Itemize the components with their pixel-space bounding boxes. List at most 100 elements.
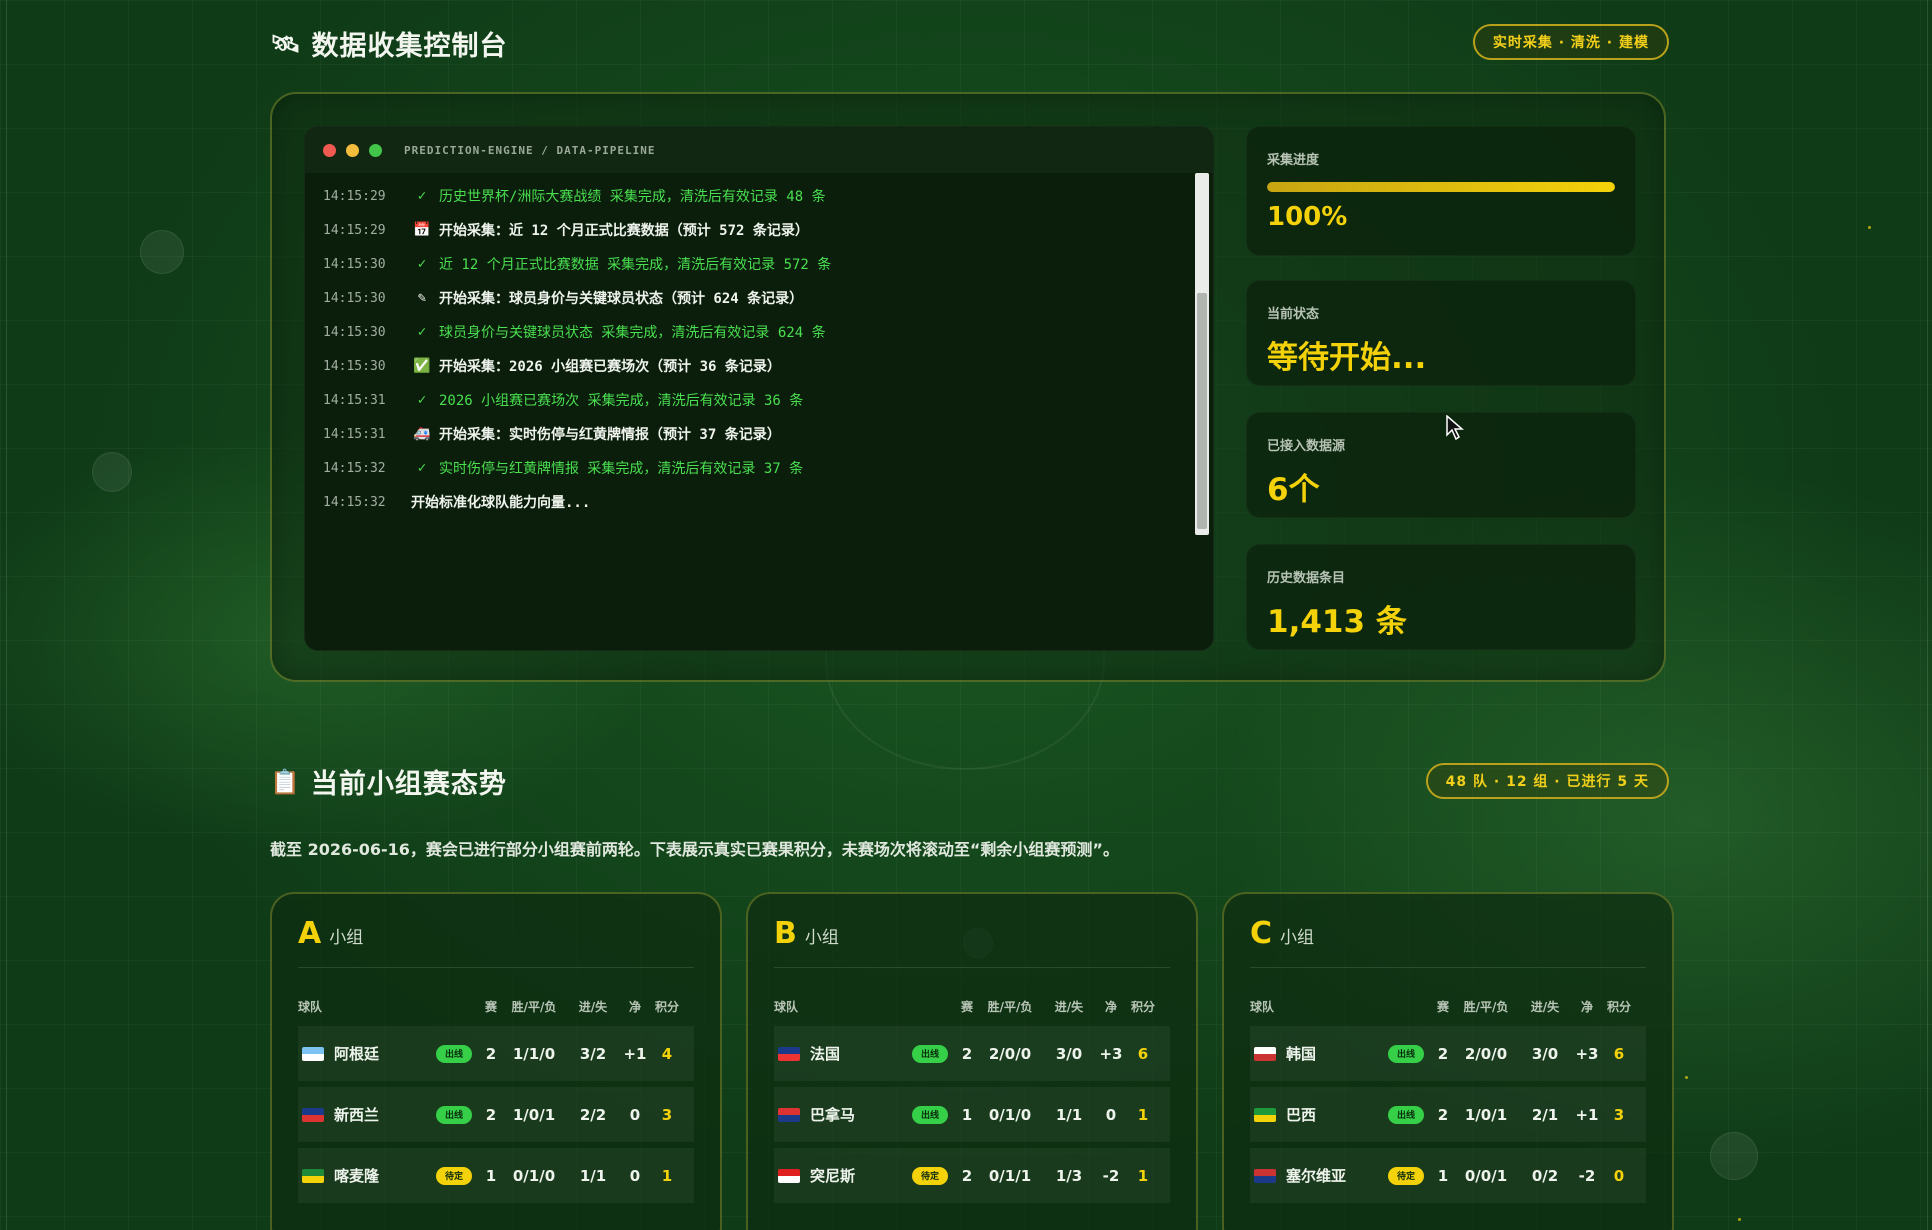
flag-icon bbox=[778, 1046, 800, 1061]
progress-label: 采集进度 bbox=[1267, 153, 1320, 168]
log-timestamp: 14:15:32 bbox=[323, 494, 386, 510]
goal-diff-cell: -2 bbox=[1102, 1166, 1120, 1185]
table-row[interactable]: 喀麦隆 待定 1 0/1/0 1/1 0 1 bbox=[298, 1148, 694, 1203]
log-status-icon: ✓ bbox=[417, 256, 427, 272]
log-message: 开始采集：实时伤停与红黄牌情报（预计 37 条记录） bbox=[439, 427, 781, 443]
log-timestamp: 14:15:29 bbox=[323, 222, 386, 238]
played-cell: 2 bbox=[485, 1105, 497, 1124]
log-line: 14:15:30 ✓ 近 12 个月正式比赛数据 采集完成，清洗后有效记录 572 … bbox=[323, 247, 1213, 281]
points-cell: 4 bbox=[661, 1044, 673, 1063]
qualification-badge: 出线 bbox=[436, 1105, 472, 1124]
log-message: 开始标准化球队能力向量... bbox=[411, 495, 591, 511]
column-header: 球队 bbox=[1250, 999, 1275, 1014]
table-row[interactable]: 塞尔维亚 待定 1 0/0/1 0/2 -2 0 bbox=[1250, 1148, 1646, 1203]
column-header: 净 bbox=[1580, 999, 1593, 1014]
played-cell: 1 bbox=[485, 1166, 497, 1185]
log-status-icon: ✎ bbox=[417, 290, 427, 306]
log-message: 球员身价与关键球员状态 采集完成，清洗后有效记录 624 条 bbox=[439, 325, 826, 341]
log-status-icon: ✓ bbox=[417, 392, 427, 408]
flag-icon bbox=[302, 1046, 324, 1061]
qualification-badge: 待定 bbox=[912, 1166, 948, 1185]
group-letter: B bbox=[774, 916, 797, 951]
flag-icon bbox=[1254, 1107, 1276, 1122]
qualification-badge: 出线 bbox=[912, 1105, 948, 1124]
column-header: 进/失 bbox=[1054, 999, 1084, 1014]
scrollbar-thumb[interactable] bbox=[1197, 293, 1207, 529]
points-cell: 3 bbox=[1613, 1105, 1625, 1124]
wdl-cell: 2/0/0 bbox=[1464, 1044, 1508, 1063]
column-header: 净 bbox=[1104, 999, 1117, 1014]
history-card: 历史数据条目 1,413 条 bbox=[1246, 544, 1636, 650]
log-message: 历史世界杯/洲际大赛战绩 采集完成，清洗后有效记录 48 条 bbox=[439, 189, 826, 205]
table-row[interactable]: 巴西 出线 2 1/0/1 2/1 +1 3 bbox=[1250, 1087, 1646, 1142]
table-row[interactable]: 阿根廷 出线 2 1/1/0 3/2 +1 4 bbox=[298, 1026, 694, 1081]
points-cell: 6 bbox=[1613, 1044, 1625, 1063]
table-row[interactable]: 巴拿马 出线 1 0/1/0 1/1 0 1 bbox=[774, 1087, 1170, 1142]
column-header: 赛 bbox=[960, 999, 973, 1014]
log-timestamp: 14:15:29 bbox=[323, 188, 386, 204]
log-status-icon: ✅ bbox=[413, 358, 431, 374]
team-name: 塞尔维亚 bbox=[1286, 1167, 1347, 1185]
terminal-scrollbar[interactable] bbox=[1195, 173, 1209, 535]
log-status-icon: 📅 bbox=[413, 222, 431, 238]
table-row[interactable]: 新西兰 出线 2 1/0/1 2/2 0 3 bbox=[298, 1087, 694, 1142]
points-cell: 1 bbox=[1137, 1105, 1149, 1124]
minimize-dot-icon[interactable] bbox=[346, 143, 359, 157]
wdl-cell: 1/0/1 bbox=[512, 1105, 556, 1124]
group-letter: A bbox=[298, 916, 322, 951]
goals-cell: 2/2 bbox=[579, 1105, 607, 1124]
played-cell: 2 bbox=[485, 1044, 497, 1063]
team-name: 喀麦隆 bbox=[334, 1167, 380, 1185]
group-letter: C bbox=[1250, 916, 1273, 951]
goals-cell: 3/2 bbox=[579, 1044, 607, 1063]
table-header: 球队 赛胜/平/负 进/失 净积分 bbox=[774, 986, 1170, 1026]
groups-title-text: 当前小组赛态势 bbox=[310, 769, 507, 800]
played-cell: 1 bbox=[961, 1105, 973, 1124]
goals-cell: 2/1 bbox=[1531, 1105, 1559, 1124]
goals-cell: 3/0 bbox=[1055, 1044, 1083, 1063]
console-panel: PREDICTION-ENGINE / DATA-PIPELINE 14:15:… bbox=[270, 92, 1666, 682]
log-timestamp: 14:15:30 bbox=[323, 290, 386, 306]
team-name: 突尼斯 bbox=[810, 1167, 856, 1185]
group-word: 小组 bbox=[329, 928, 364, 948]
sparkle-dot bbox=[1685, 1076, 1688, 1079]
column-header: 进/失 bbox=[578, 999, 608, 1014]
mouse-cursor-icon bbox=[1446, 415, 1464, 441]
table-row[interactable]: 韩国 出线 2 2/0/0 3/0 +3 6 bbox=[1250, 1026, 1646, 1081]
played-cell: 2 bbox=[1437, 1044, 1449, 1063]
satellite-icon: 🛰 bbox=[270, 29, 302, 58]
column-header: 球队 bbox=[298, 999, 323, 1014]
ball-decoration bbox=[1710, 1132, 1758, 1180]
column-header: 胜/平/负 bbox=[511, 999, 557, 1014]
flag-icon bbox=[1254, 1168, 1276, 1183]
column-header: 进/失 bbox=[1530, 999, 1560, 1014]
log-timestamp: 14:15:30 bbox=[323, 324, 386, 340]
groups-tag-pill: 48 队 · 12 组 · 已进行 5 天 bbox=[1425, 763, 1669, 799]
groups-subtitle: 截至 2026-06-16，赛会已进行部分小组赛前两轮。下表展示真实已赛果积分，… bbox=[270, 840, 1119, 859]
team-name: 巴拿马 bbox=[810, 1106, 856, 1124]
maximize-dot-icon[interactable] bbox=[369, 143, 382, 157]
table-row[interactable]: 法国 出线 2 2/0/0 3/0 +3 6 bbox=[774, 1026, 1170, 1081]
log-timestamp: 14:15:31 bbox=[323, 426, 386, 442]
console-section-title: 🛰 数据收集控制台 bbox=[270, 24, 507, 63]
group-header: B 小组 bbox=[774, 916, 1170, 968]
qualification-badge: 待定 bbox=[436, 1166, 472, 1185]
progress-bar-fill bbox=[1267, 182, 1615, 192]
qualification-badge: 待定 bbox=[1388, 1166, 1424, 1185]
goals-cell: 0/2 bbox=[1531, 1166, 1559, 1185]
log-message: 近 12 个月正式比赛数据 采集完成，清洗后有效记录 572 条 bbox=[439, 257, 832, 273]
goal-diff-cell: +1 bbox=[1575, 1105, 1599, 1124]
played-cell: 2 bbox=[961, 1044, 973, 1063]
column-header: 赛 bbox=[484, 999, 497, 1014]
console-tag-pill: 实时采集 · 清洗 · 建模 bbox=[1472, 24, 1669, 60]
played-cell: 2 bbox=[961, 1166, 973, 1185]
goals-cell: 1/1 bbox=[1055, 1105, 1083, 1124]
group-header: A 小组 bbox=[298, 916, 694, 968]
table-row[interactable]: 突尼斯 待定 2 0/1/1 1/3 -2 1 bbox=[774, 1148, 1170, 1203]
goals-cell: 1/1 bbox=[579, 1166, 607, 1185]
qualification-badge: 出线 bbox=[912, 1044, 948, 1063]
log-line: 14:15:30 ✓ 球员身价与关键球员状态 采集完成，清洗后有效记录 624 条 bbox=[323, 315, 1213, 349]
wdl-cell: 0/1/0 bbox=[512, 1166, 556, 1185]
history-label: 历史数据条目 bbox=[1267, 571, 1346, 586]
close-dot-icon[interactable] bbox=[323, 143, 336, 157]
